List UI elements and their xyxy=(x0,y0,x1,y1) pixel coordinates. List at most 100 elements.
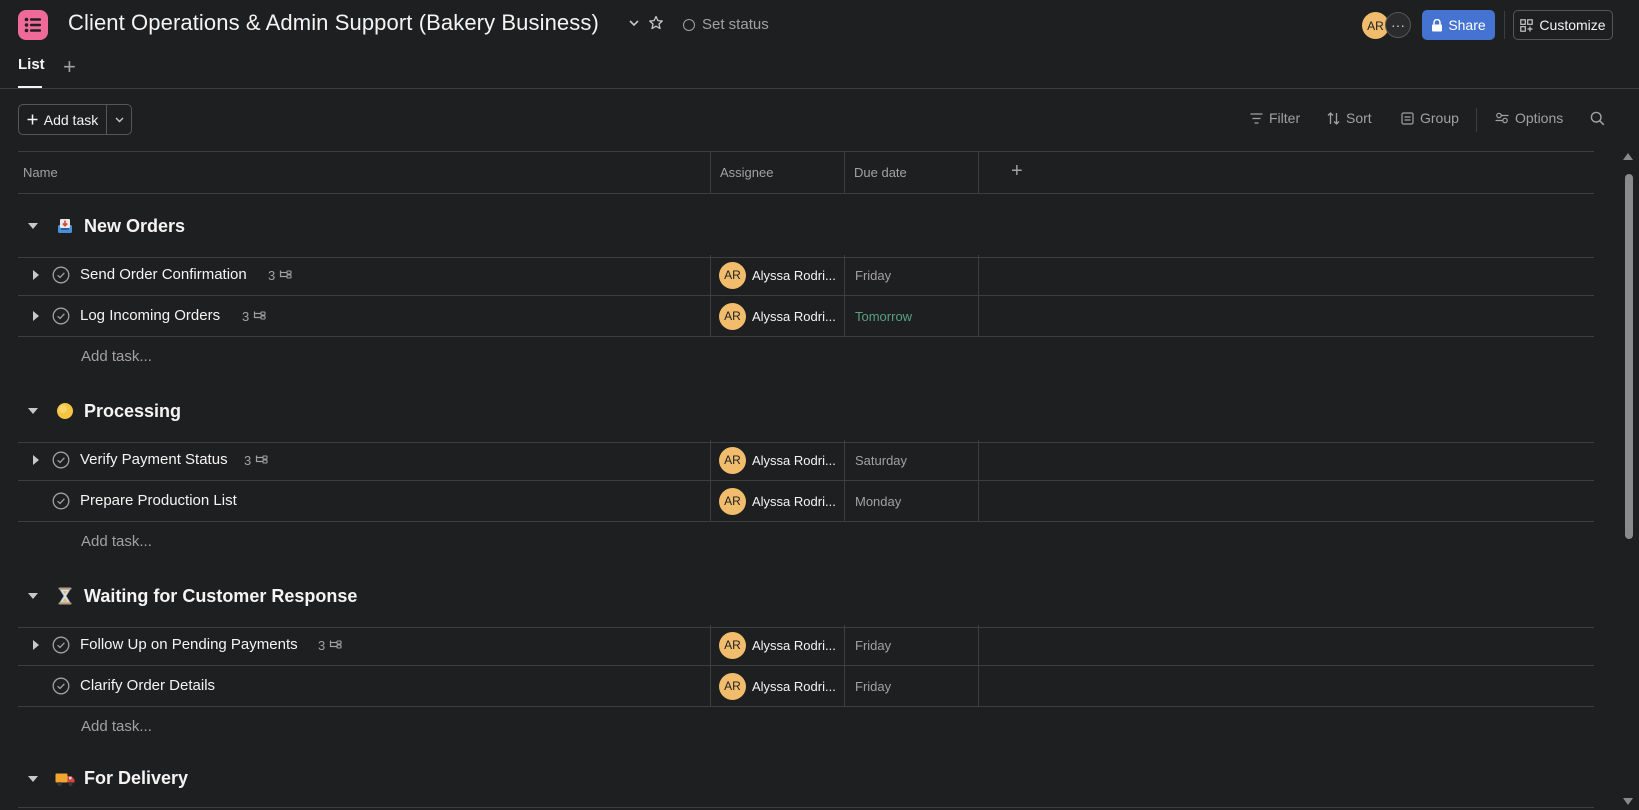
grid-icon xyxy=(1520,18,1534,32)
task-name[interactable]: Verify Payment Status xyxy=(80,451,228,468)
expand-subtasks-icon[interactable] xyxy=(33,455,39,465)
subtask-count[interactable]: 3 xyxy=(242,309,266,324)
due-date-cell[interactable]: Friday xyxy=(845,255,979,295)
task-name[interactable]: Prepare Production List xyxy=(80,492,237,509)
table-row[interactable]: Verify Payment Status 3 AR Alyssa Rodri.… xyxy=(18,440,1594,481)
assignee-cell[interactable]: AR Alyssa Rodri... xyxy=(711,296,845,336)
expand-subtasks-icon[interactable] xyxy=(33,640,39,650)
table-header: Name Assignee Due date + xyxy=(18,151,1594,194)
avatar: AR xyxy=(719,487,746,515)
avatar: AR xyxy=(719,631,746,659)
options-button[interactable]: Options xyxy=(1495,110,1563,126)
collapse-triangle-icon[interactable] xyxy=(28,223,38,229)
sort-label: Sort xyxy=(1346,110,1372,126)
customize-button[interactable]: Customize xyxy=(1513,10,1613,40)
task-name-cell: Clarify Order Details xyxy=(18,666,711,706)
scroll-up-arrow-icon[interactable] xyxy=(1623,153,1633,160)
scroll-down-arrow-icon[interactable] xyxy=(1623,798,1633,805)
task-name-cell: Verify Payment Status 3 xyxy=(18,440,711,480)
collapse-triangle-icon[interactable] xyxy=(28,408,38,414)
subtask-count[interactable]: 3 xyxy=(244,453,268,468)
inbox-tray-icon xyxy=(55,216,75,236)
due-date-cell[interactable]: Tomorrow xyxy=(845,296,979,336)
add-tab-button[interactable]: + xyxy=(63,56,76,78)
scrollbar-thumb[interactable] xyxy=(1625,174,1633,539)
group-button[interactable]: Group xyxy=(1401,110,1459,126)
project-title[interactable]: Client Operations & Admin Support (Baker… xyxy=(68,10,599,36)
filter-label: Filter xyxy=(1269,110,1301,126)
due-date-cell[interactable]: Monday xyxy=(845,481,979,521)
assignee-cell[interactable]: AR Alyssa Rodri... xyxy=(711,481,845,521)
tab-list[interactable]: List xyxy=(18,56,45,73)
section-new-orders[interactable]: New Orders xyxy=(18,195,1594,258)
sort-button[interactable]: Sort xyxy=(1327,110,1372,126)
project-list-icon[interactable] xyxy=(18,10,48,40)
sliders-icon xyxy=(1495,112,1509,124)
complete-check-icon[interactable] xyxy=(52,636,70,654)
set-status-button[interactable]: Set status xyxy=(683,16,769,33)
assignee-name: Alyssa Rodri... xyxy=(752,493,836,509)
group-label: Group xyxy=(1420,110,1459,126)
table-row[interactable]: Log Incoming Orders 3 AR Alyssa Rodri...… xyxy=(18,296,1594,337)
subtask-count[interactable]: 3 xyxy=(268,268,292,283)
sort-icon xyxy=(1327,111,1340,125)
table-row[interactable]: Send Order Confirmation 3 AR Alyssa Rodr… xyxy=(18,255,1594,296)
complete-check-icon[interactable] xyxy=(52,451,70,469)
task-name-cell: Prepare Production List xyxy=(18,481,711,521)
complete-check-icon[interactable] xyxy=(52,492,70,510)
collapse-triangle-icon[interactable] xyxy=(28,593,38,599)
assignee-cell[interactable]: AR Alyssa Rodri... xyxy=(711,625,845,665)
add-task-inline[interactable]: Add task... xyxy=(81,533,152,550)
search-icon[interactable] xyxy=(1590,111,1605,131)
add-column-button[interactable]: + xyxy=(1011,160,1023,183)
group-icon xyxy=(1401,111,1414,125)
avatar: AR xyxy=(719,672,746,700)
add-task-label: Add task xyxy=(43,111,99,128)
subtask-icon xyxy=(254,311,266,320)
assignee-cell[interactable]: AR Alyssa Rodri... xyxy=(711,666,845,706)
subtask-count[interactable]: 3 xyxy=(318,638,342,653)
assignee-name: Alyssa Rodri... xyxy=(752,452,836,468)
task-name[interactable]: Follow Up on Pending Payments xyxy=(80,636,298,653)
toolbar-divider xyxy=(1476,108,1477,132)
complete-check-icon[interactable] xyxy=(52,266,70,284)
collapse-triangle-icon[interactable] xyxy=(28,775,38,782)
share-label: Share xyxy=(1448,17,1486,33)
add-task-inline[interactable]: Add task... xyxy=(81,348,152,365)
task-name[interactable]: Clarify Order Details xyxy=(80,677,215,694)
add-task-dropdown-button[interactable] xyxy=(107,105,131,134)
assignee-name: Alyssa Rodri... xyxy=(752,267,836,283)
assignee-cell[interactable]: AR Alyssa Rodri... xyxy=(711,440,845,480)
add-task-inline[interactable]: Add task... xyxy=(81,718,152,735)
complete-check-icon[interactable] xyxy=(52,677,70,695)
star-icon[interactable] xyxy=(648,15,664,31)
complete-check-icon[interactable] xyxy=(52,307,70,325)
yellow-circle-icon xyxy=(55,401,75,421)
filter-button[interactable]: Filter xyxy=(1250,110,1300,126)
section-processing[interactable]: Processing xyxy=(18,380,1594,443)
column-header-due-date[interactable]: Due date xyxy=(845,152,979,193)
due-date-cell[interactable]: Friday xyxy=(845,666,979,706)
expand-subtasks-icon[interactable] xyxy=(33,311,39,321)
due-date-cell[interactable]: Friday xyxy=(845,625,979,665)
due-date-cell[interactable]: Saturday xyxy=(845,440,979,480)
column-header-assignee[interactable]: Assignee xyxy=(711,152,845,193)
avatar: AR xyxy=(719,302,746,330)
table-row[interactable]: Follow Up on Pending Payments 3 AR Alyss… xyxy=(18,625,1594,666)
expand-subtasks-icon[interactable] xyxy=(33,270,39,280)
filter-icon xyxy=(1250,112,1263,124)
task-name[interactable]: Send Order Confirmation xyxy=(80,266,247,283)
add-task-button[interactable]: Add task xyxy=(19,105,107,134)
chevron-down-icon[interactable] xyxy=(627,16,641,30)
table-row[interactable]: Prepare Production List AR Alyssa Rodri.… xyxy=(18,481,1594,522)
section-waiting-for-customer-response[interactable]: Waiting for Customer Response xyxy=(18,565,1594,628)
subtask-count-value: 3 xyxy=(244,453,252,468)
column-header-name[interactable]: Name xyxy=(18,152,711,193)
plus-icon xyxy=(27,114,38,125)
assignee-cell[interactable]: AR Alyssa Rodri... xyxy=(711,255,845,295)
table-row[interactable]: Clarify Order Details AR Alyssa Rodri...… xyxy=(18,666,1594,707)
section-for-delivery[interactable]: For Delivery xyxy=(18,750,1594,808)
share-button[interactable]: Share xyxy=(1422,10,1495,40)
members-more-button[interactable]: ··· xyxy=(1385,12,1411,38)
task-name[interactable]: Log Incoming Orders xyxy=(80,307,220,324)
